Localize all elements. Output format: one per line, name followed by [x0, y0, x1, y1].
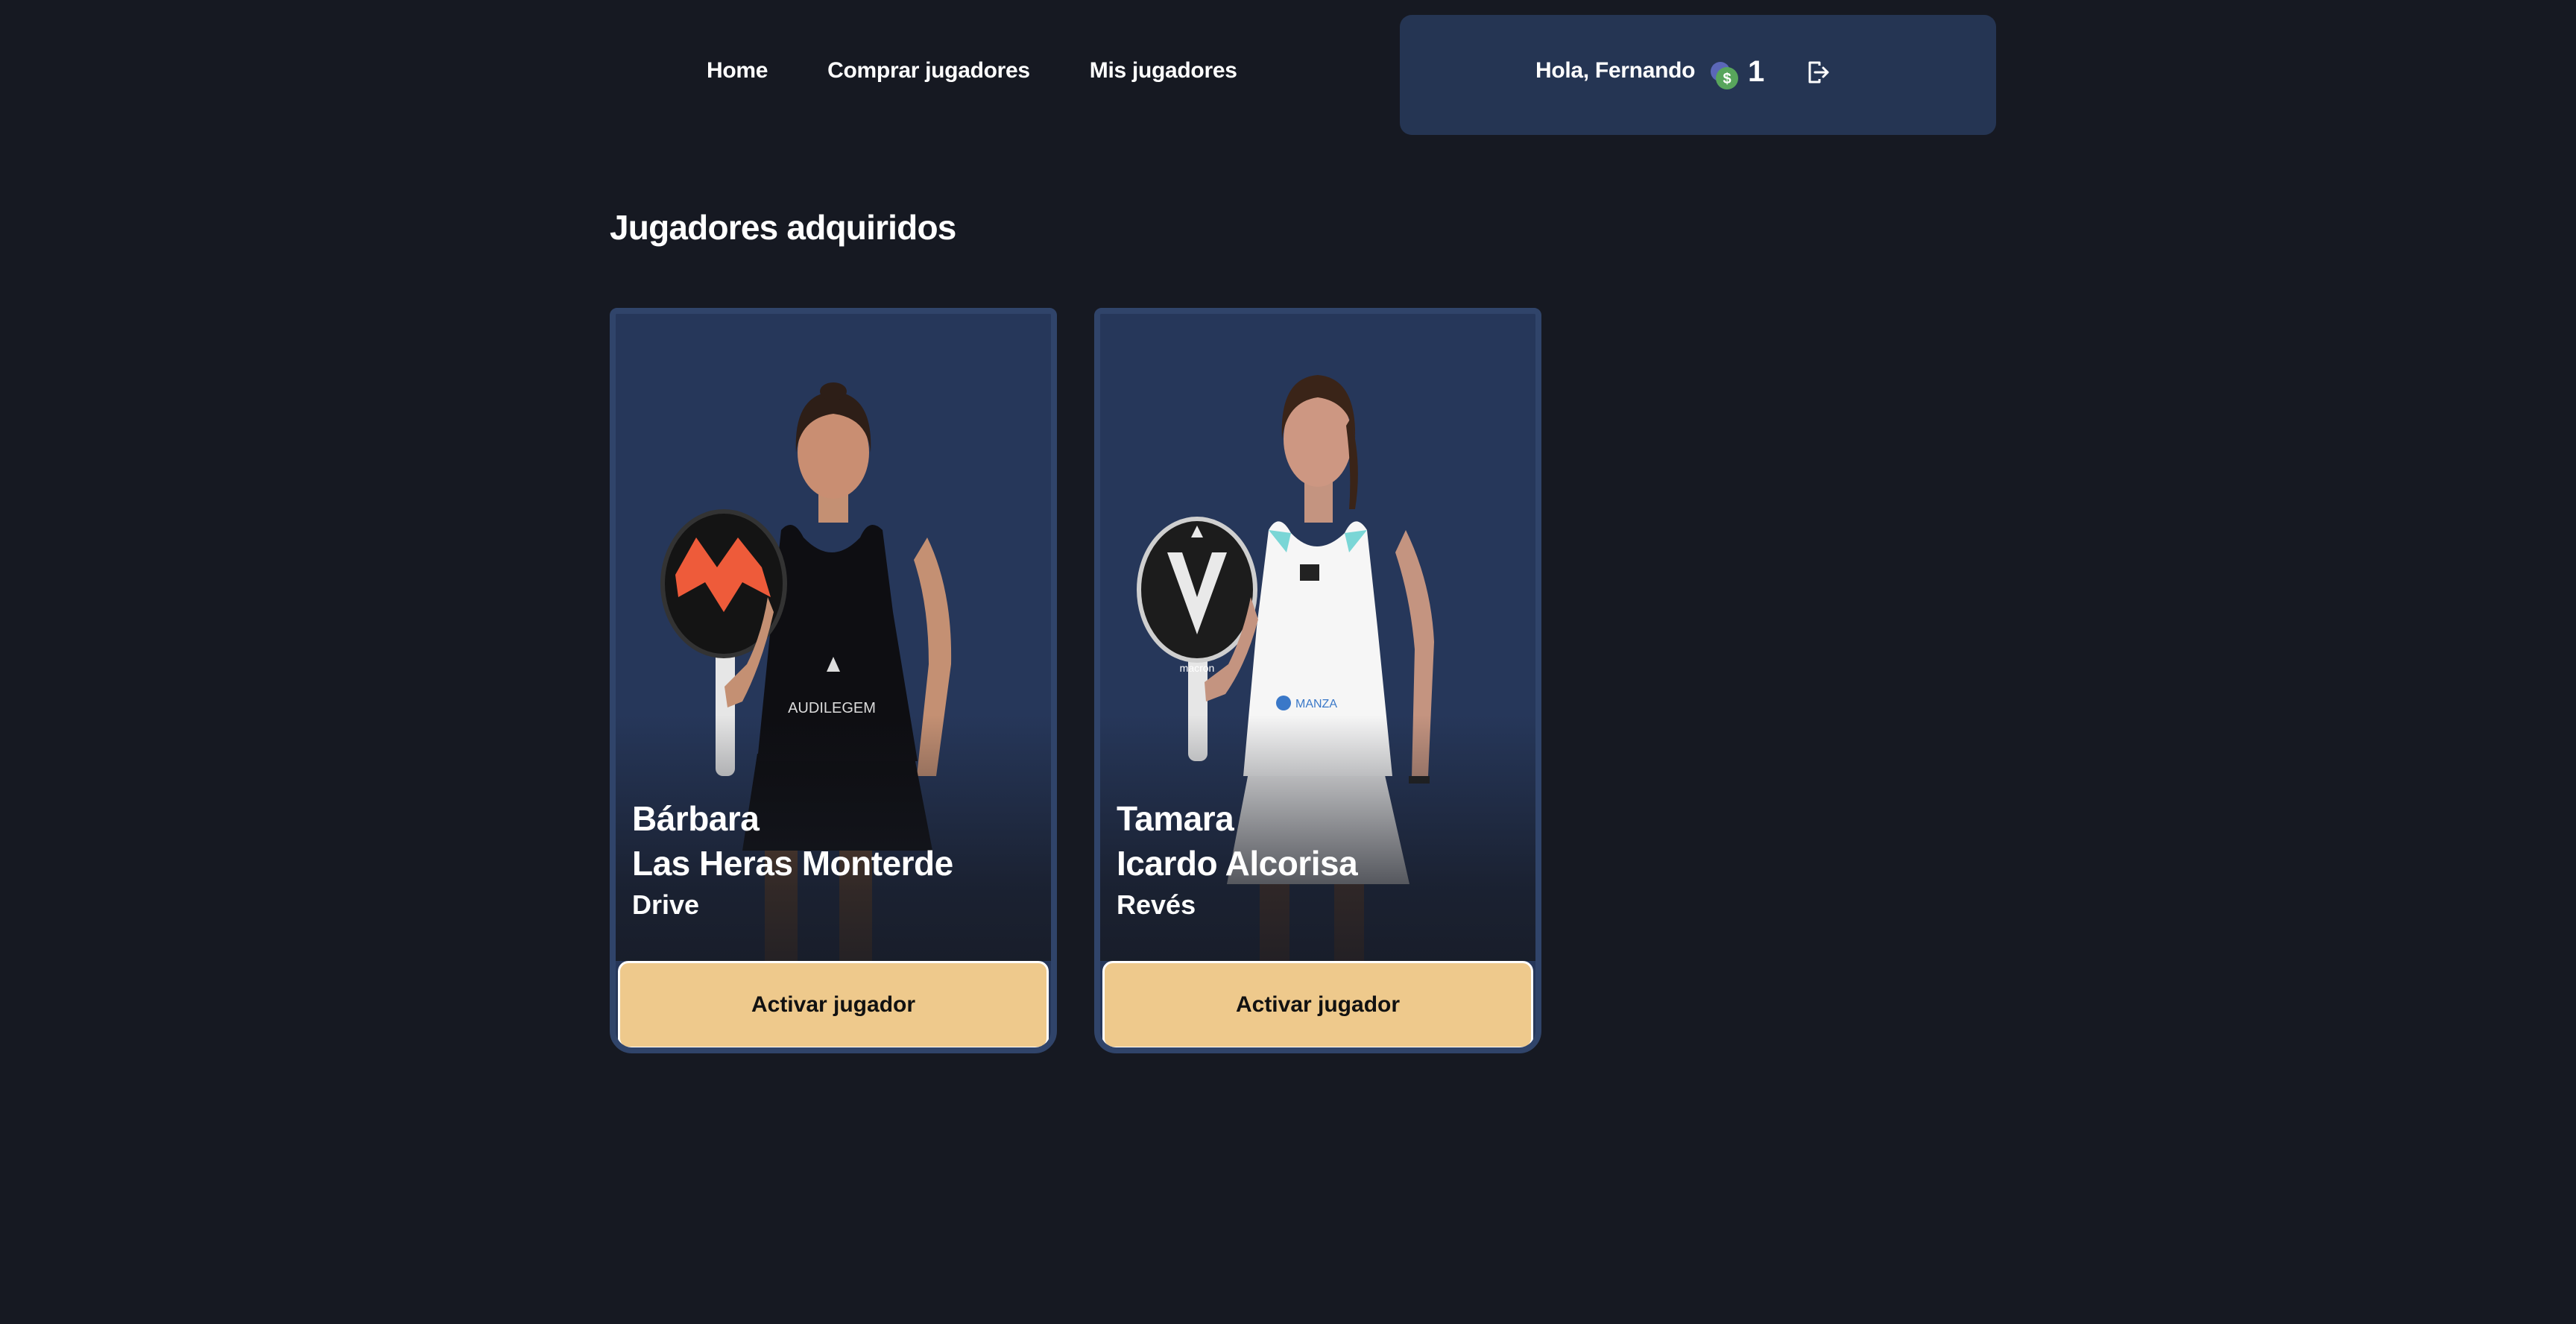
main-nav: Home Comprar jugadores Mis jugadores: [707, 58, 1237, 83]
player-last-name: Icardo Alcorisa: [1117, 843, 1358, 883]
activate-player-button[interactable]: Activar jugador: [618, 961, 1049, 1047]
player-position: Drive: [632, 889, 700, 920]
player-card: MANZA macron Tamara Icardo Alcorisa Revé…: [1094, 308, 1541, 1053]
coin-balance: 1: [1748, 55, 1765, 88]
nav-buy-players-link[interactable]: Comprar jugadores: [827, 58, 1030, 83]
coin-dollar-icon: $: [1711, 62, 1738, 89]
photo-logo-text: macron: [1180, 662, 1215, 674]
svg-text:$: $: [1723, 71, 1731, 87]
player-last-name: Las Heras Monterde: [632, 843, 953, 883]
logout-icon[interactable]: [1806, 60, 1831, 85]
user-greeting: Hola, Fernando: [1535, 58, 1696, 83]
player-first-name: Tamara: [1117, 799, 1234, 838]
page-title: Jugadores adquiridos: [610, 208, 956, 247]
player-first-name: Bárbara: [632, 799, 760, 838]
player-info: Bárbara Las Heras Monterde Drive: [632, 797, 953, 922]
player-position: Revés: [1117, 889, 1196, 920]
nav-home-link[interactable]: Home: [707, 58, 768, 83]
player-info: Tamara Icardo Alcorisa Revés: [1117, 797, 1358, 922]
player-card: AUDILEGEM Bárbara Las Heras Monterde Dri…: [610, 308, 1057, 1053]
activate-player-button[interactable]: Activar jugador: [1102, 961, 1533, 1047]
nav-my-players-link[interactable]: Mis jugadores: [1090, 58, 1237, 83]
photo-logo-text: AUDILEGEM: [788, 700, 876, 716]
user-panel: Hola, Fernando $ 1: [1400, 15, 1996, 135]
svg-text:MANZA: MANZA: [1295, 698, 1337, 710]
